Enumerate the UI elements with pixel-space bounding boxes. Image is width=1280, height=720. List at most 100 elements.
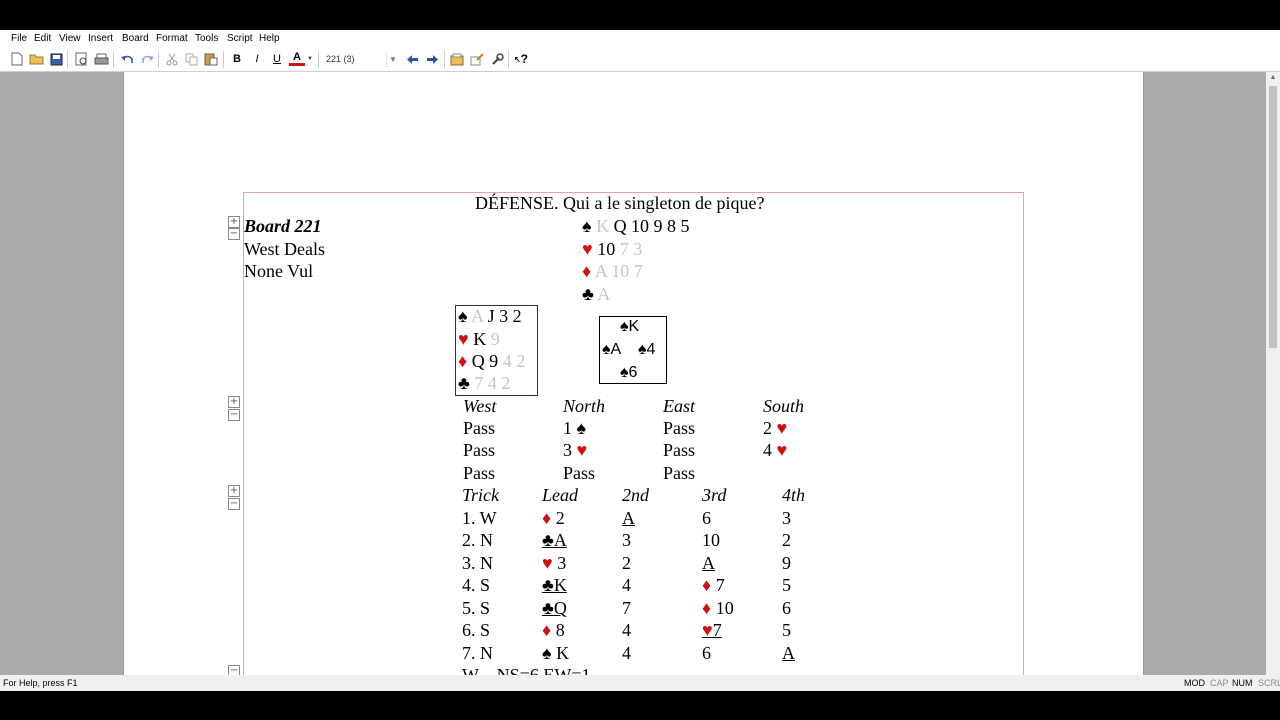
table-row: 7. N [462,643,493,663]
application-window: File Edit View Insert Board Format Tools… [0,30,1280,691]
heart-icon: ♥ [776,440,788,460]
third-card: 10 [702,530,720,550]
expand-icon[interactable]: + [228,396,240,408]
third-card: ♦ 7 [702,575,725,595]
lead-card: ♣A [542,530,567,550]
table-row: 5. S [462,598,491,618]
play-header-lead: Lead [542,485,578,505]
second-card: 3 [622,530,631,550]
bid: 1 ♠ [563,418,587,438]
lead-card: ♣Q [542,598,567,618]
font-color-button[interactable]: A [289,51,305,66]
status-mod: MOD [1184,678,1205,688]
third-card: A [702,553,715,573]
bid: Pass [463,463,496,483]
current-trick-card: ♠K ♠A ♠4 ♠6 [599,316,667,384]
north-hearts: ♥ 10 7 3 [582,239,643,259]
fourth-card: 5 [782,575,791,595]
properties-icon[interactable] [449,51,465,67]
menu-script[interactable]: Script [227,33,253,44]
club-icon: ♣ [582,284,594,304]
status-scrl: SCRL [1258,678,1280,688]
wrench-icon[interactable] [489,51,505,67]
open-folder-icon[interactable] [28,51,44,67]
italic-button[interactable]: I [249,51,265,67]
diamond-icon: ♦ [702,598,712,618]
undo-icon[interactable] [119,51,135,67]
font-color-dropdown-icon[interactable]: ▼ [306,51,314,67]
diamond-icon: ♦ [542,508,552,528]
context-help-button[interactable]: ↖? [513,51,529,67]
spade-icon: ♠ [576,418,587,438]
previous-board-icon[interactable] [404,51,420,67]
collapse-icon[interactable]: − [228,409,240,421]
menu-edit[interactable]: Edit [34,33,51,44]
board-select[interactable]: 221 (3) ▼ [322,51,400,68]
menu-help[interactable]: Help [259,33,280,44]
redo-icon[interactable] [139,51,155,67]
north-clubs: ♣ A [582,284,611,304]
menu-tools[interactable]: Tools [195,33,218,44]
help-question-icon: ? [520,52,529,66]
heart-icon: ♥ [458,329,469,349]
status-num: NUM [1232,678,1253,688]
next-board-icon[interactable] [424,51,440,67]
west-clubs: ♣ 7 4 2 [458,373,511,393]
collapse-icon[interactable]: − [228,498,240,510]
lead-card: ♣K [542,575,567,595]
diamond-icon: ♦ [582,261,592,281]
table-row: 2. N [462,530,493,550]
scrollbar-thumb[interactable] [1269,86,1277,348]
table-row: 1. W [462,508,497,528]
club-icon: ♣ [542,575,554,595]
menu-insert[interactable]: Insert [88,33,113,44]
lead-card: ♦ 8 [542,620,565,640]
menu-board[interactable]: Board [122,33,149,44]
fourth-card: 3 [782,508,791,528]
board-number: Board 221 [244,216,322,236]
bid: Pass [463,440,496,460]
board-select-value: 221 (3) [326,54,355,64]
play-header-4th: 4th [782,485,806,505]
cut-icon[interactable] [164,51,180,67]
trick-west: ♠A [602,341,622,358]
heart-icon: ♥ [576,440,588,460]
menu-format[interactable]: Format [156,33,188,44]
print-preview-icon[interactable] [73,51,89,67]
bid: Pass [663,463,696,483]
document-page[interactable]: DÉFENSE. Qui a le singleton de pique? + … [123,72,1144,691]
save-icon[interactable] [48,51,64,67]
fourth-card: 6 [782,598,791,618]
new-document-icon[interactable] [9,51,25,67]
scroll-up-icon[interactable]: ▲ [1266,72,1280,84]
third-card: ♦ 10 [702,598,734,618]
underline-button[interactable]: U [269,51,285,67]
second-card: 2 [622,553,631,573]
auction-header-east: East [663,396,696,416]
expand-icon[interactable]: + [228,216,240,228]
bid: Pass [463,418,496,438]
chevron-down-icon[interactable]: ▼ [386,52,399,67]
menu-view[interactable]: View [59,33,81,44]
diamond-icon: ♦ [702,575,712,595]
auction-header-west: West [463,396,497,416]
bid: Pass [663,418,696,438]
bold-button[interactable]: B [229,51,245,67]
edit-hand-icon[interactable] [469,51,485,67]
page-title: DÉFENSE. Qui a le singleton de pique? [475,193,765,213]
auction-header-south: South [763,396,805,416]
fourth-card: 5 [782,620,791,640]
paste-icon[interactable] [203,51,219,67]
table-row: 4. S [462,575,491,595]
vertical-scrollbar[interactable]: ▲ ▼ [1266,72,1280,691]
expand-icon[interactable]: + [228,485,240,497]
menu-file[interactable]: File [11,33,27,44]
copy-icon[interactable] [183,51,199,67]
club-icon: ♣ [458,373,470,393]
status-bar: For Help, press F1 MOD CAP NUM SCRL [0,675,1280,691]
fourth-card: A [782,643,795,663]
toolbar: B I U A ▼ 221 (3) ▼ ↖? [0,48,1280,72]
play-header-3rd: 3rd [702,485,727,505]
print-icon[interactable] [93,51,109,67]
collapse-icon[interactable]: − [228,228,240,240]
